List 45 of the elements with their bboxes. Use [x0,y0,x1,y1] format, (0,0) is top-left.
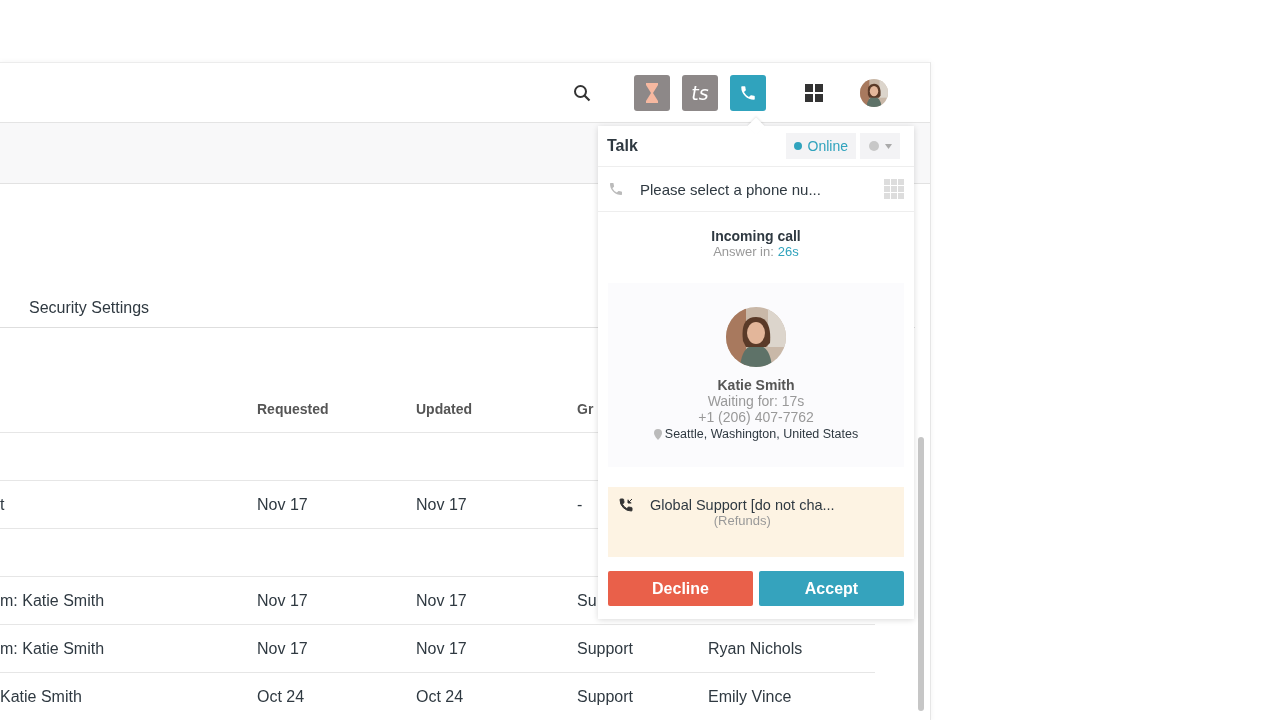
table-cell: Nov 17 [257,495,308,514]
table-cell: Nov 17 [416,495,467,514]
table-cell: m: Katie Smith [0,639,105,658]
call-heading: Incoming call [711,228,801,244]
search-icon [573,83,591,102]
tab[interactable]: Security Settings [23,298,156,327]
hourglass-icon [645,81,659,104]
table-cell: t [0,495,5,514]
table-cell: Nov 17 [257,591,308,610]
panel-title: Talk [607,137,639,155]
column-header[interactable]: Requested [257,400,329,417]
phone-number-select[interactable]: Please select a phone nu... [640,180,868,198]
table-cell: Support [577,687,634,706]
line-name: Global Support [do not cha... [650,497,835,513]
column-header[interactable]: Updated [416,400,472,417]
table-cell: Nov 17 [416,591,467,610]
line-group: (Refunds) [713,513,771,528]
answer-timer: 26s [777,244,799,259]
table-cell: Oct 24 [416,687,464,706]
incoming-call-icon [618,497,634,513]
phone-icon [739,83,757,102]
table-cell: Ryan Nichols [708,639,803,658]
table-cell: Nov 17 [257,639,308,658]
table-cell: Nov 17 [416,639,467,658]
table-cell: Su [577,591,597,610]
answer-label: Answer in: [713,244,774,259]
caller-location: Seattle, Washington, United States [664,427,859,441]
timer-button[interactable] [634,74,670,111]
table-cell: m: Katie Smith [0,591,105,610]
grid-icon [805,83,823,102]
table-cell: Katie Smith [0,687,82,706]
location-pin-icon [653,428,662,440]
globe-icon [868,141,879,151]
table-cell: Support [577,639,634,658]
caller-name: Katie Smith [717,377,795,393]
scrollbar[interactable] [918,437,924,711]
phone-icon [608,181,624,197]
waiting-time: Waiting for: 17s [707,393,805,409]
talk-button[interactable] [730,74,766,111]
table-cell: - [577,495,583,514]
table-cell: Emily Vince [708,687,792,706]
column-header[interactable]: Gr [577,400,594,417]
table-cell: Oct 24 [257,687,305,706]
caret-icon [884,143,892,149]
caller-phone: +1 (206) 407-7762 [698,409,814,425]
